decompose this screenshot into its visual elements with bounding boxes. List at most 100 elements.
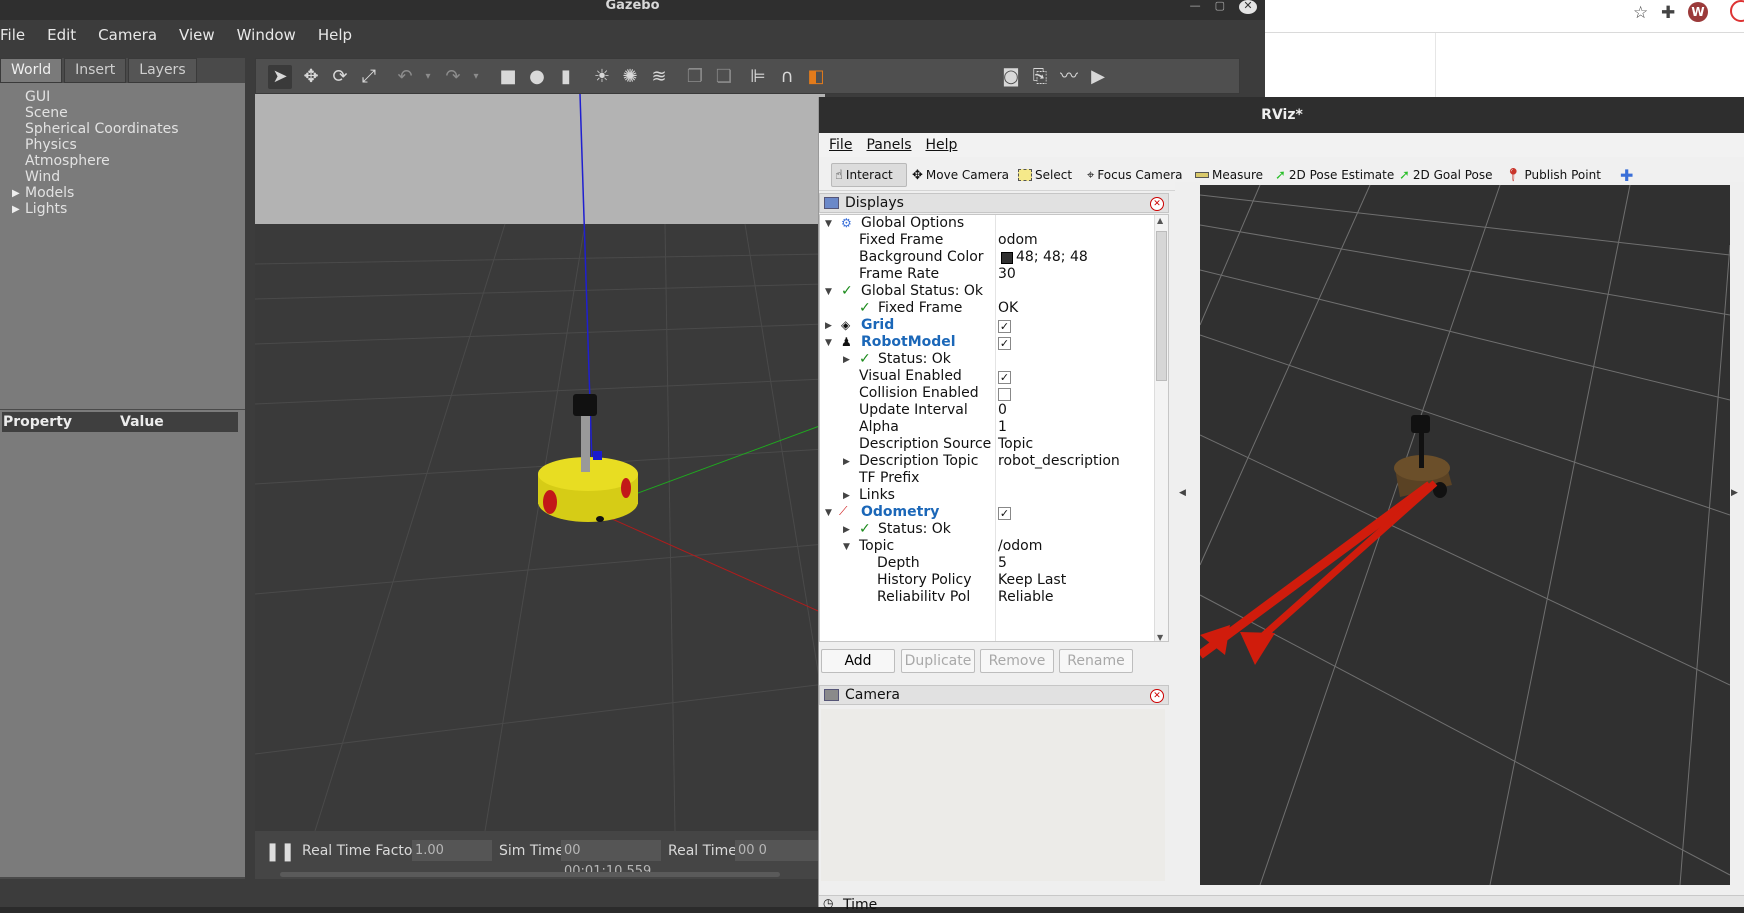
paste-icon[interactable]: ❏ [712,65,736,89]
spot-light-icon[interactable]: ✺ [618,65,642,89]
rviz-menu-panels[interactable]: Panels [866,137,911,153]
video-record-icon[interactable]: ▶ [1086,65,1110,89]
pause-icon[interactable]: ❚❚ [265,841,295,862]
plot-icon[interactable]: 〰 [1057,65,1081,89]
box-shape-icon[interactable]: ■ [496,65,520,89]
menu-window[interactable]: Window [237,26,296,44]
monitor-icon [824,197,839,209]
duplicate-button[interactable]: Duplicate [901,649,975,673]
tree-item-wind[interactable]: Wind [25,169,60,186]
collapsed-arrow-icon[interactable]: ▶ [843,355,850,365]
tool-select[interactable]: Select [1018,163,1072,187]
close-icon[interactable]: ✕ [1239,0,1257,14]
tree-value[interactable]: robot_description [998,453,1120,469]
horizontal-scrollbar[interactable] [280,872,780,877]
directional-light-icon[interactable]: ≋ [647,65,671,89]
view-angle-icon[interactable]: ◧ [804,65,828,89]
tree-value[interactable]: Reliable [998,589,1053,601]
rviz-menu-file[interactable]: File [829,137,852,153]
scroll-down-icon[interactable]: ▼ [1157,633,1163,641]
tree-item-spherical-coordinates[interactable]: Spherical Coordinates [25,121,179,138]
tool-focus-camera[interactable]: ⌖ Focus Camera [1087,163,1183,187]
tree-value[interactable]: /odom [998,538,1042,554]
snap-icon[interactable]: ∩ [775,65,799,89]
menu-help[interactable]: Help [318,26,352,44]
expanded-arrow-icon[interactable]: ▼ [825,338,832,348]
tree-value[interactable]: Topic [998,436,1033,452]
expanded-arrow-icon[interactable]: ▼ [825,508,832,518]
tree-value[interactable]: 30 [998,266,1016,282]
tree-value[interactable]: 48; 48; 48 [1016,249,1088,265]
point-light-icon[interactable]: ☀ [590,65,614,89]
rename-button[interactable]: Rename [1059,649,1133,673]
visual-enabled-checkbox[interactable]: ✓ [998,371,1011,384]
collapse-left-icon[interactable]: ◀ [1179,488,1186,498]
close-icon[interactable]: ✕ [1150,197,1164,211]
chevron-down-icon[interactable]: ▾ [464,65,488,89]
menu-file[interactable]: File [0,26,25,44]
collapsed-arrow-icon[interactable]: ▶ [843,525,850,535]
tree-value[interactable]: 5 [998,555,1007,571]
menu-view[interactable]: View [179,26,215,44]
tree-item-lights[interactable]: Lights [25,201,67,218]
tree-value[interactable]: 0 [998,402,1007,418]
tree-value[interactable]: 1 [998,419,1007,435]
vertical-scrollbar[interactable]: ▲ ▼ [1154,215,1168,641]
log-icon[interactable]: ⎘ [1028,65,1052,89]
expanded-arrow-icon[interactable]: ▼ [825,287,832,297]
translate-mode-icon[interactable]: ✥ [299,65,323,89]
robot-model-checkbox[interactable]: ✓ [998,337,1011,350]
tree-item-gui[interactable]: GUI [25,89,50,106]
menu-edit[interactable]: Edit [47,26,76,44]
collapsed-arrow-icon[interactable]: ▶ [843,457,850,467]
sphere-shape-icon[interactable]: ● [525,65,549,89]
scrollbar-thumb[interactable] [1156,231,1167,381]
rviz-3d-viewport[interactable] [1200,185,1730,885]
tree-value[interactable]: odom [998,232,1038,248]
menu-camera[interactable]: Camera [98,26,157,44]
redo-icon[interactable]: ↷ [441,65,465,89]
collision-enabled-checkbox[interactable] [998,388,1011,401]
gazebo-3d-viewport[interactable] [255,94,825,831]
scale-mode-icon[interactable]: ⤢ [357,65,381,89]
expand-arrow-icon[interactable]: ▶ [12,204,20,215]
collapse-right-icon[interactable]: ▶ [1731,488,1738,498]
collapsed-arrow-icon[interactable]: ▶ [825,321,832,331]
expanded-arrow-icon[interactable]: ▼ [843,542,850,552]
copy-icon[interactable]: ❐ [683,65,707,89]
collapsed-arrow-icon[interactable]: ▶ [843,491,850,501]
grid-checkbox[interactable]: ✓ [998,320,1011,333]
maximize-icon[interactable]: ▢ [1215,0,1225,11]
tree-value[interactable]: Keep Last [998,572,1066,588]
odometry-checkbox[interactable]: ✓ [998,507,1011,520]
tool-interact[interactable]: ☝ Interact [831,163,907,187]
minimize-icon[interactable]: — [1190,0,1201,11]
select-mode-icon[interactable]: ➤ [268,65,292,89]
tree-item-scene[interactable]: Scene [25,105,68,122]
rviz-menu-help[interactable]: Help [926,137,958,153]
remove-button[interactable]: Remove [980,649,1054,673]
screenshot-icon[interactable]: ◙ [999,65,1023,89]
color-swatch[interactable] [1001,252,1013,264]
tab-layers[interactable]: Layers [128,58,197,83]
add-button[interactable]: Add [821,649,895,673]
profile-avatar[interactable]: W [1688,2,1708,22]
tool-move-camera[interactable]: ✥ Move Camera [912,163,1009,187]
cylinder-shape-icon[interactable]: ▮ [554,65,578,89]
expand-arrow-icon[interactable]: ▶ [12,188,20,199]
undo-icon[interactable]: ↶ [393,65,417,89]
close-icon[interactable]: ✕ [1150,689,1164,703]
rotate-mode-icon[interactable]: ⟳ [328,65,352,89]
expanded-arrow-icon[interactable]: ▼ [825,219,832,229]
chevron-down-icon[interactable]: ▾ [416,65,440,89]
tree-item-models[interactable]: Models [25,185,74,202]
tree-item-physics[interactable]: Physics [25,137,77,154]
star-icon[interactable]: ☆ [1633,3,1648,23]
align-icon[interactable]: ⊫ [746,65,770,89]
extensions-icon[interactable]: ✚ [1661,3,1675,23]
scroll-up-icon[interactable]: ▲ [1157,216,1163,225]
tree-item-atmosphere[interactable]: Atmosphere [25,153,110,170]
tab-insert[interactable]: Insert [64,58,127,83]
tab-world[interactable]: World [0,58,63,83]
tree-row-reliability-policy[interactable]: Reliability Pol Reliable [820,589,1155,601]
